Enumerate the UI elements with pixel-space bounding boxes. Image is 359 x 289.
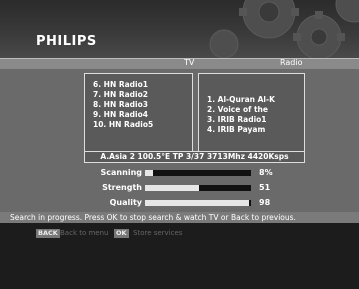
status-message: Search in progress. Press OK to stop sea… (0, 212, 359, 223)
strength-bar-fill (145, 185, 200, 191)
quality-value: 98 (259, 198, 271, 207)
gears-decoration-icon (209, 0, 359, 60)
strength-label: Strength (102, 183, 142, 192)
list-item: 1. Al-Quran Al-K (207, 95, 275, 104)
list-item: 7. HN Radio2 (93, 90, 148, 99)
tv-service-list: 6. HN Radio1 7. HN Radio2 8. HN Radio3 9… (84, 73, 193, 155)
strength-value: 51 (259, 183, 271, 192)
ok-key-label: Store services (133, 229, 183, 237)
philips-logo: PHILIPS (36, 34, 97, 49)
quality-bar-fill (145, 200, 249, 206)
list-item: 4. IRIB Payam (207, 125, 266, 134)
strength-bar (145, 185, 251, 191)
radio-service-list: 1. Al-Quran Al-K 2. Voice of the 3. IRIB… (198, 73, 305, 155)
scanning-bar-fill (145, 170, 154, 176)
list-item: 6. HN Radio1 (93, 80, 148, 89)
back-key-button[interactable]: BACK (36, 229, 60, 238)
back-key-label: Back to menu (60, 229, 109, 237)
scanning-value: 8% (259, 168, 273, 177)
tab-radio[interactable]: Radio (280, 58, 302, 67)
transponder-info: A.Asia 2 100.5°E TP 3/37 3713Mhz 4420Ksp… (84, 151, 305, 163)
list-item: 10. HN Radio5 (93, 120, 154, 129)
tab-tv[interactable]: TV (184, 58, 194, 67)
quality-label: Quality (109, 198, 142, 207)
footer: BACK Back to menu OK Store services (0, 223, 359, 289)
list-item: 3. IRIB Radio1 (207, 115, 267, 124)
quality-bar (145, 200, 251, 206)
scanning-label: Scanning (100, 168, 142, 177)
ok-key-button[interactable]: OK (114, 229, 129, 238)
list-item: 2. Voice of the (207, 105, 268, 114)
list-item: 8. HN Radio3 (93, 100, 148, 109)
scanning-bar (145, 170, 251, 176)
list-item: 9. HN Radio4 (93, 110, 148, 119)
scan-screen: PHILIPS TV Radio 6. HN Radio1 7. HN Radi… (0, 0, 359, 289)
header: PHILIPS (0, 0, 359, 60)
